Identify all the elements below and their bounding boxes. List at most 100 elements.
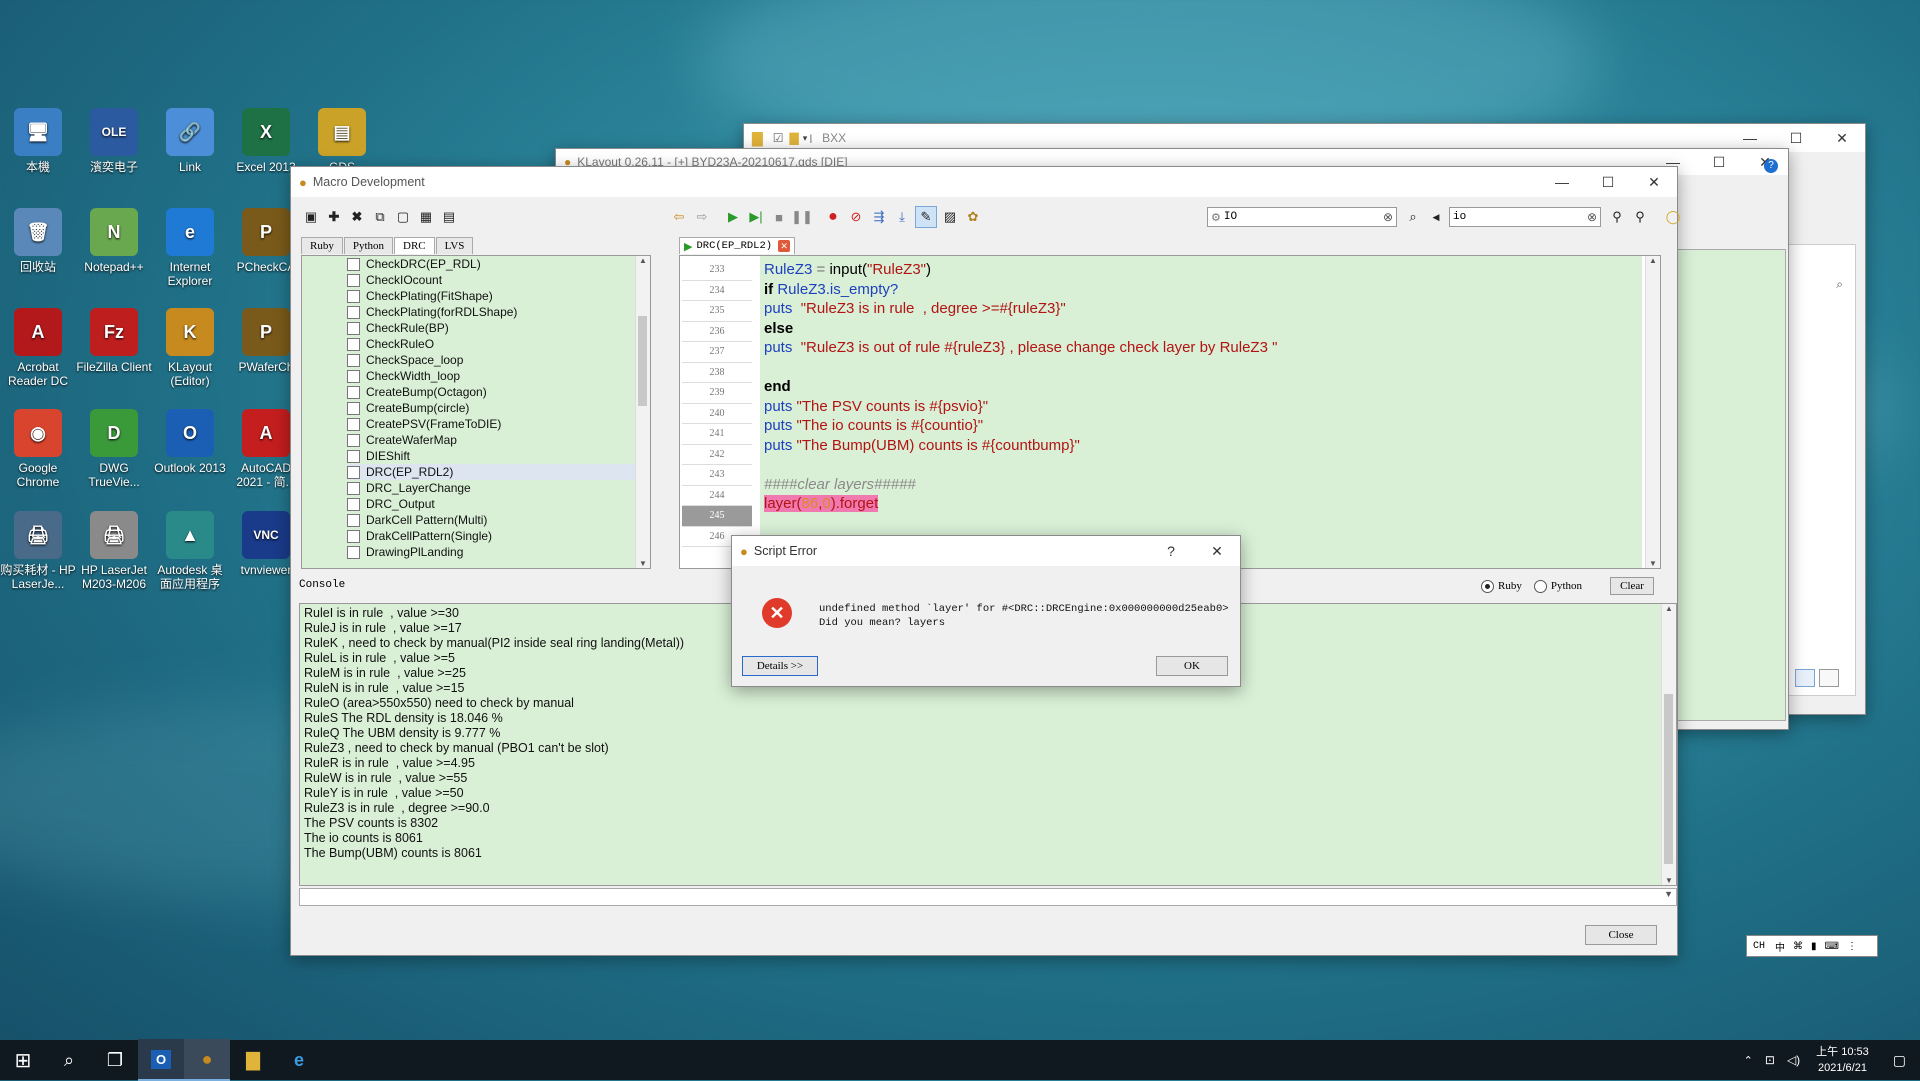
desktop-icon[interactable]: ▤GDS [304,108,380,174]
ie-taskbar-icon[interactable]: e [276,1040,322,1080]
volume-icon[interactable]: ◁) [1781,1053,1806,1067]
replace-icon[interactable]: ⚲ [1607,207,1627,227]
view-large-icon[interactable] [1819,669,1839,687]
code-line[interactable]: puts "RuleZ3 is in rule , degree >=#{rul… [760,299,1642,319]
code-line[interactable]: else [760,319,1642,339]
maximize-button[interactable]: ☐ [1773,130,1819,147]
tree-scrollbar[interactable]: ▲ ▼ [635,256,650,568]
code-line[interactable]: ####clear layers##### [760,475,1642,495]
tree-item[interactable]: DRC_Output [347,496,643,512]
prev-result-icon[interactable]: ◀ [1426,207,1446,227]
breakpoint-icon[interactable]: ● [823,207,843,227]
ime-width-icon[interactable]: ▮ [1807,941,1821,952]
line-number[interactable]: 240 [682,404,752,424]
network-icon[interactable]: ⊡ [1759,1053,1781,1067]
clear-find-icon[interactable]: ⊗ [1383,210,1393,224]
task-view-icon[interactable]: ❐ [92,1040,138,1080]
edit-mode-icon[interactable]: ✎ [915,206,937,228]
pause-icon[interactable]: ❚❚ [791,207,813,227]
clock[interactable]: 上午 10:53 2021/6/21 [1806,1044,1879,1076]
ime-menu-icon[interactable]: ⋮ [1843,941,1861,952]
macro-minimize-button[interactable]: — [1539,174,1585,190]
file-explorer-taskbar-icon[interactable]: ▇ [230,1040,276,1080]
radio-ruby[interactable] [1481,579,1494,593]
search-icon[interactable]: ⌕ [1403,207,1423,227]
tree-item[interactable]: CheckIOcount [347,272,643,288]
search-icon[interactable]: ⌕ [1836,277,1843,292]
code-line[interactable]: layer(86,0).forget [760,494,1642,514]
settings-icon[interactable]: ✿ [963,207,983,227]
desktop-icon[interactable]: D DWG TrueVie... [76,409,152,489]
step-over-icon[interactable]: ⇶ [869,207,889,227]
new-folder-icon[interactable]: ▇ [790,131,799,145]
ime-keyboard-icon[interactable]: ⌨ [1821,941,1843,952]
editor-scrollbar[interactable]: ▲ ▼ [1645,256,1660,568]
replace-all-icon[interactable]: ⚲ [1630,207,1650,227]
line-number[interactable]: 237 [682,342,752,363]
editor-tab[interactable]: ▶ DRC(EP_RDL2) ✕ [679,237,796,254]
view-details-icon[interactable] [1795,669,1815,687]
line-number[interactable]: 243 [682,465,752,486]
tree-item[interactable]: CreateBump(circle) [347,400,643,416]
tree-item[interactable]: CreatePSV(FrameToDIE) [347,416,643,432]
tree-item[interactable]: CreateBump(Octagon) [347,384,643,400]
tree-item[interactable]: CheckPlating(forRDLShape) [347,304,643,320]
code-line[interactable]: puts "RuleZ3 is out of rule #{ruleZ3} , … [760,338,1642,358]
tree-item[interactable]: CheckPlating(FitShape) [347,288,643,304]
code-area[interactable]: RuleZ3 = input("RuleZ3") if RuleZ3.is_emp… [760,256,1642,568]
code-editor[interactable]: 233 234 235 236 237 238 239 240 241 242 243 244 245 2… [679,255,1661,569]
macro-maximize-button[interactable]: ☐ [1585,174,1631,191]
ime-punct-icon[interactable]: ⌘ [1789,941,1807,952]
back-icon[interactable]: ⇦ [669,207,689,227]
tree-item[interactable]: CheckSpace_loop [347,352,643,368]
tree-item[interactable]: DIEShift [347,448,643,464]
new-folder-icon[interactable]: ▣ [301,207,321,227]
tree-item[interactable]: DarkCell Pattern(Multi) [347,512,643,528]
desktop-icon[interactable]: ◉ Google Chrome [0,409,76,489]
code-line[interactable] [760,358,1642,378]
add-icon[interactable]: ✚ [324,207,344,227]
code-line[interactable]: if RuleZ3.is_empty? [760,280,1642,300]
console-input[interactable]: ▼ [299,888,1677,906]
line-number[interactable]: 244 [682,486,752,506]
code-line[interactable] [760,514,1642,534]
desktop-icon[interactable]: K KLayout (Editor) [152,308,228,388]
desktop-icon[interactable]: 🖨 购买耗材 - HP LaserJe... [0,511,76,591]
tab-python[interactable]: Python [343,237,394,254]
code-line[interactable]: RuleZ3 = input("RuleZ3") [760,260,1642,280]
properties-icon[interactable]: ☑ [773,131,784,145]
console-scrollbar[interactable]: ▲ ▼ [1661,604,1676,885]
desktop-icon[interactable]: X Excel 2013 [228,108,304,174]
delete-icon[interactable]: ✖ [347,207,367,227]
close-tab-icon[interactable]: ✕ [778,240,791,252]
line-number[interactable]: 245 [682,506,752,527]
clear-replace-icon[interactable]: ⊗ [1587,210,1597,224]
import-icon[interactable]: ▢ [393,207,413,227]
save-all-icon[interactable]: ▦ [416,207,436,227]
desktop-icon[interactable]: Fz FileZilla Client [76,308,152,374]
radio-python[interactable] [1533,579,1547,593]
desktop-icon[interactable]: 🖥 本機 [0,108,76,174]
desktop-icon[interactable]: O Outlook 2013 [152,409,228,475]
line-number[interactable]: 234 [682,281,752,301]
forward-icon[interactable]: ⇨ [692,207,712,227]
tree-item[interactable]: CheckWidth_loop [347,368,643,384]
line-number[interactable]: 238 [682,363,752,383]
start-icon[interactable]: ⊞ [0,1040,46,1080]
macro-close-button[interactable]: ✕ [1631,174,1677,191]
tree-item[interactable]: CreateWaferMap [347,432,643,448]
line-number[interactable]: 233 [682,260,752,281]
desktop-icon[interactable]: 🔗 Link [152,108,228,174]
desktop-icon[interactable]: e Internet Explorer [152,208,228,288]
tree-item[interactable]: CheckRule(BP) [347,320,643,336]
code-line[interactable] [760,455,1642,475]
clear-breakpoints-icon[interactable]: ⊘ [846,207,866,227]
dialog-close-button[interactable]: ✕ [1194,543,1240,560]
code-line[interactable]: end [760,377,1642,397]
line-number[interactable]: 242 [682,445,752,465]
ok-button[interactable]: OK [1156,656,1228,676]
desktop-icon[interactable]: 🖨 HP LaserJet M203-M206 [76,511,152,591]
console-scroll-thumb[interactable] [1664,694,1673,864]
tree-item[interactable]: CheckRuleO [347,336,643,352]
line-number[interactable]: 235 [682,301,752,322]
